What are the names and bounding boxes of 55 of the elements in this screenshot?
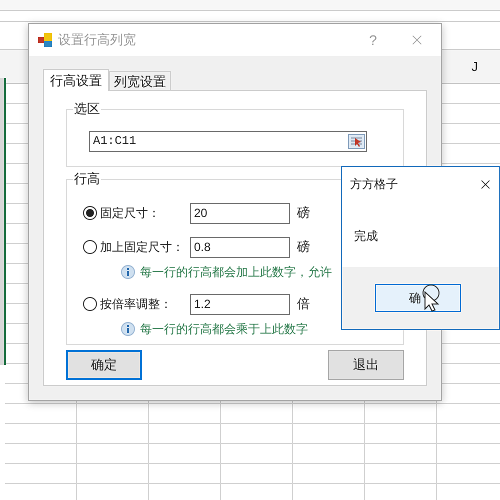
message-box-title: 方方格子	[350, 176, 398, 193]
number-field[interactable]: 0.8	[190, 236, 290, 258]
sheet-cell[interactable]	[5, 444, 77, 464]
tab[interactable]: 列宽设置	[109, 71, 171, 90]
info-icon	[121, 322, 135, 336]
sheet-cell[interactable]	[149, 424, 221, 444]
sheet-cell[interactable]	[221, 404, 293, 424]
window-title: 设置行高列宽	[58, 31, 136, 50]
dialog-button[interactable]: 确定	[66, 350, 142, 380]
sheet-cell[interactable]	[77, 424, 149, 444]
unit-label: 倍	[297, 295, 310, 314]
option-label[interactable]: 加上固定尺寸：	[100, 238, 190, 256]
sheet-cell[interactable]	[293, 464, 365, 484]
radio-button[interactable]	[83, 240, 97, 254]
sheet-cell[interactable]	[293, 444, 365, 464]
sheet-cell[interactable]	[221, 424, 293, 444]
group-title: 行高	[73, 170, 101, 188]
sheet-cell[interactable]	[221, 444, 293, 464]
sheet-cell[interactable]	[221, 464, 293, 484]
message-text: 完成	[354, 228, 379, 245]
dialog-button[interactable]: 退出	[328, 350, 404, 380]
sheet-cell[interactable]	[5, 464, 77, 484]
radio-button[interactable]	[83, 297, 97, 311]
hint-text: 每一行的行高都会加上此数字，允许	[140, 264, 332, 281]
sheet-cell[interactable]	[149, 404, 221, 424]
mouse-cursor-icon	[422, 284, 442, 314]
sheet-cell[interactable]	[149, 444, 221, 464]
number-field[interactable]: 1.2	[190, 294, 290, 314]
column-header[interactable]: J	[472, 56, 478, 76]
option-label[interactable]: 固定尺寸：	[100, 204, 190, 222]
sheet-cell[interactable]	[365, 464, 437, 484]
ok-button[interactable]: 确	[375, 284, 461, 312]
range-picker-icon[interactable]	[348, 134, 365, 148]
unit-label: 磅	[297, 238, 310, 256]
sheet-cell[interactable]	[293, 424, 365, 444]
sheet-cell[interactable]	[5, 424, 77, 444]
number-field[interactable]: 20	[190, 202, 290, 224]
hint-text: 每一行的行高都会乘于上此数字	[140, 321, 308, 338]
sheet-cell[interactable]	[77, 464, 149, 484]
tab[interactable]: 行高设置	[43, 69, 109, 91]
sheet-cell[interactable]	[5, 404, 77, 424]
option-label[interactable]: 按倍率调整：	[100, 295, 190, 313]
range-field[interactable]: A1:C11	[89, 130, 367, 152]
sheet-cell[interactable]	[293, 404, 365, 424]
sheet-cell[interactable]	[365, 424, 437, 444]
unit-label: 磅	[297, 204, 310, 222]
sheet-cell[interactable]	[77, 444, 149, 464]
sheet-cell[interactable]	[365, 444, 437, 464]
sheet-cell[interactable]	[77, 404, 149, 424]
app-icon	[38, 33, 52, 47]
info-icon	[121, 265, 135, 279]
sheet-cell[interactable]	[365, 404, 437, 424]
radio-button[interactable]	[83, 206, 97, 220]
group-title: 选区	[73, 100, 101, 118]
sheet-cell[interactable]	[149, 464, 221, 484]
